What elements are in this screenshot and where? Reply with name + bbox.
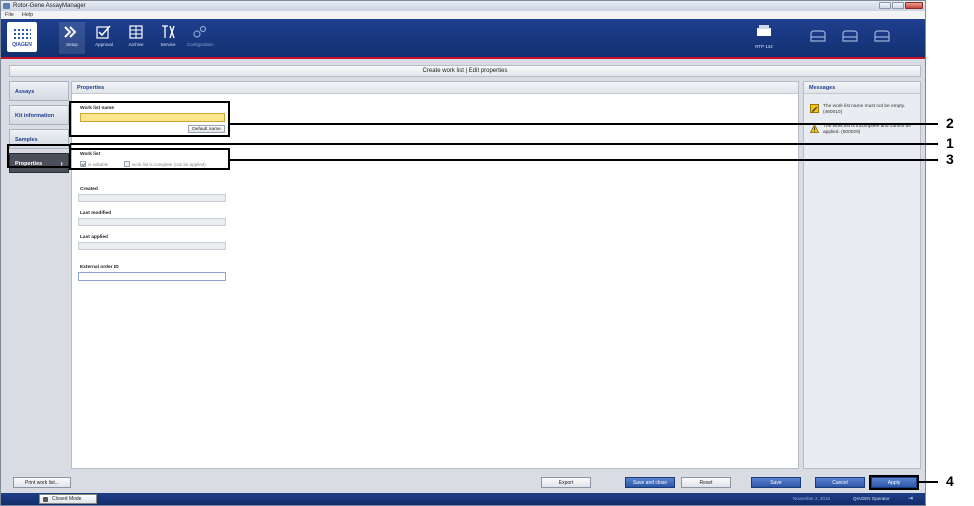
toolbar-service-button[interactable]: Service [155, 22, 181, 54]
window-controls [879, 2, 923, 10]
logo-text: QIAGEN [12, 42, 32, 48]
reset-button[interactable]: Reset [681, 477, 731, 488]
export-button[interactable]: Export [541, 477, 591, 488]
callout-number: 3 [946, 151, 954, 167]
archive-icon [129, 25, 143, 39]
nav-item-label: Assays [15, 89, 35, 95]
callout-line [228, 123, 938, 125]
status-user: QIAGEN Operator [853, 496, 890, 501]
setup-arrows-icon [64, 26, 77, 38]
last-applied-field [78, 242, 226, 250]
callout-box-worklist-name [69, 101, 230, 137]
properties-panel: Properties Work list name Default name W… [69, 81, 799, 469]
toolbar-approval-button[interactable]: Approval [91, 22, 117, 54]
callout-number: 2 [946, 115, 954, 131]
pin-icon[interactable]: ⇥ [908, 495, 913, 502]
toolbar-setup-button[interactable]: Setup [59, 22, 85, 54]
callout-number: 1 [946, 135, 954, 151]
cycler-label: RTP 142 [755, 44, 773, 49]
toolbar-service-label: Service [160, 42, 176, 47]
bottom-button-bar: Print work list... Export Save and close… [9, 475, 921, 491]
menu-bar: File Help [1, 11, 925, 19]
nav-item-kit-information[interactable]: Kit information [9, 105, 69, 125]
window-title: Rotor-Gene AssayManager [13, 3, 86, 9]
closed-mode-indicator[interactable]: Closed Mode [39, 494, 97, 504]
lock-icon [43, 497, 48, 502]
callout-box-properties-nav [7, 144, 71, 168]
cancel-button[interactable]: Cancel [815, 477, 865, 488]
application-window: Rotor-Gene AssayManager File Help QIAGEN… [0, 0, 926, 506]
configuration-gears-icon [193, 25, 207, 38]
toolbar-divider [1, 57, 925, 59]
created-field [78, 194, 226, 202]
callout-box-apply [869, 475, 919, 490]
closed-mode-label: Closed Mode [52, 496, 82, 502]
page-title: Create work list | Edit properties [9, 65, 921, 77]
status-date: November 2, 2016 [793, 496, 831, 501]
menu-file[interactable]: File [5, 11, 14, 19]
toolbar-configuration-label: Configuration [187, 42, 214, 47]
callout-line [918, 481, 938, 483]
messages-title: Messages [804, 82, 920, 94]
qiagen-logo: QIAGEN [7, 22, 37, 52]
title-bar: Rotor-Gene AssayManager [1, 1, 925, 11]
message-text: The work list is incomplete and cannot b… [823, 124, 911, 135]
nav-item-assays[interactable]: Assays [9, 81, 69, 101]
properties-title: Properties [72, 82, 798, 94]
close-icon[interactable] [905, 2, 923, 9]
message-text: The work list name must not be empty. (4… [823, 104, 906, 115]
qiagen-dots-icon [13, 28, 31, 40]
created-label: Created [80, 187, 98, 192]
callout-line [70, 143, 938, 145]
save-button[interactable]: Save [751, 477, 801, 488]
toolbar-configuration-button[interactable]: Configuration [187, 22, 214, 54]
toolbar-archive-button[interactable]: Archive [123, 22, 149, 54]
cycler-slot-icon[interactable] [841, 29, 859, 43]
callout-box-worklist-options [69, 148, 230, 170]
print-worklist-button[interactable]: Print work list... [13, 477, 71, 488]
message-item: The work list is incomplete and cannot b… [808, 124, 916, 138]
status-bar: Closed Mode November 2, 2016 QIAGEN Oper… [1, 493, 925, 505]
cycler-icon [757, 25, 771, 36]
approval-check-icon [96, 25, 111, 39]
callout-number: 4 [946, 473, 954, 489]
service-tools-icon [162, 25, 175, 39]
nav-item-label: Samples [15, 137, 38, 143]
nav-item-label: Kit information [15, 113, 55, 119]
toolbar-setup-label: Setup [66, 42, 78, 47]
cycler-slot-icon[interactable] [873, 29, 891, 43]
external-order-id-input[interactable] [78, 272, 226, 281]
last-applied-label: Last applied [80, 235, 108, 240]
warning-triangle-icon [810, 124, 819, 133]
app-icon [3, 3, 10, 9]
message-item: The work list name must not be empty. (4… [808, 104, 916, 118]
menu-help[interactable]: Help [22, 11, 33, 19]
callout-line [228, 159, 938, 161]
save-and-close-button[interactable]: Save and close [625, 477, 675, 488]
cycler-slot-icon[interactable] [809, 29, 827, 43]
edit-pencil-icon [810, 104, 819, 113]
left-navigation: Assays Kit information Samples Propertie… [9, 81, 69, 469]
messages-panel: Messages The work list name must not be … [803, 81, 921, 469]
maximize-icon[interactable] [892, 2, 904, 9]
last-modified-label: Last modified [80, 211, 112, 216]
stage: Rotor-Gene AssayManager File Help QIAGEN… [0, 0, 974, 506]
minimize-icon[interactable] [879, 2, 891, 9]
external-order-id-label: External order ID [80, 265, 119, 270]
last-modified-field [78, 218, 226, 226]
toolbar-approval-label: Approval [95, 42, 113, 47]
cycler-rtp-button[interactable]: RTP 142 [751, 23, 777, 53]
toolbar-archive-label: Archive [128, 42, 144, 47]
main-toolbar: QIAGEN Setup Approval Archive Service Co… [1, 19, 925, 57]
